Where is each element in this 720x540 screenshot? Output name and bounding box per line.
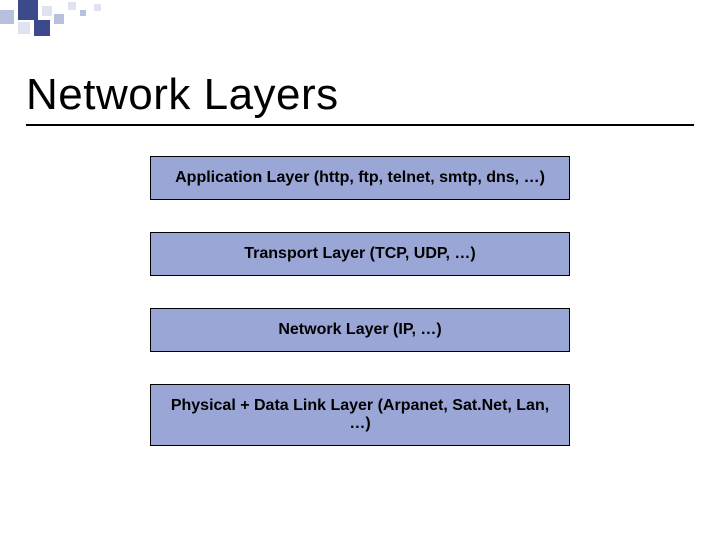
corner-decoration	[0, 0, 120, 36]
layer-physical-datalink: Physical + Data Link Layer (Arpanet, Sat…	[150, 384, 570, 446]
layer-network: Network Layer (IP, …)	[150, 308, 570, 352]
layer-label: Network Layer (IP, …)	[278, 321, 441, 338]
layer-label: Transport Layer (TCP, UDP, …)	[244, 245, 475, 262]
title-underline	[26, 124, 694, 126]
layer-label: Physical + Data Link Layer (Arpanet, Sat…	[171, 397, 549, 432]
layer-transport: Transport Layer (TCP, UDP, …)	[150, 232, 570, 276]
layer-stack: Application Layer (http, ftp, telnet, sm…	[0, 156, 720, 446]
layer-application: Application Layer (http, ftp, telnet, sm…	[150, 156, 570, 200]
slide-title: Network Layers	[26, 70, 339, 120]
layer-label: Application Layer (http, ftp, telnet, sm…	[175, 169, 545, 186]
